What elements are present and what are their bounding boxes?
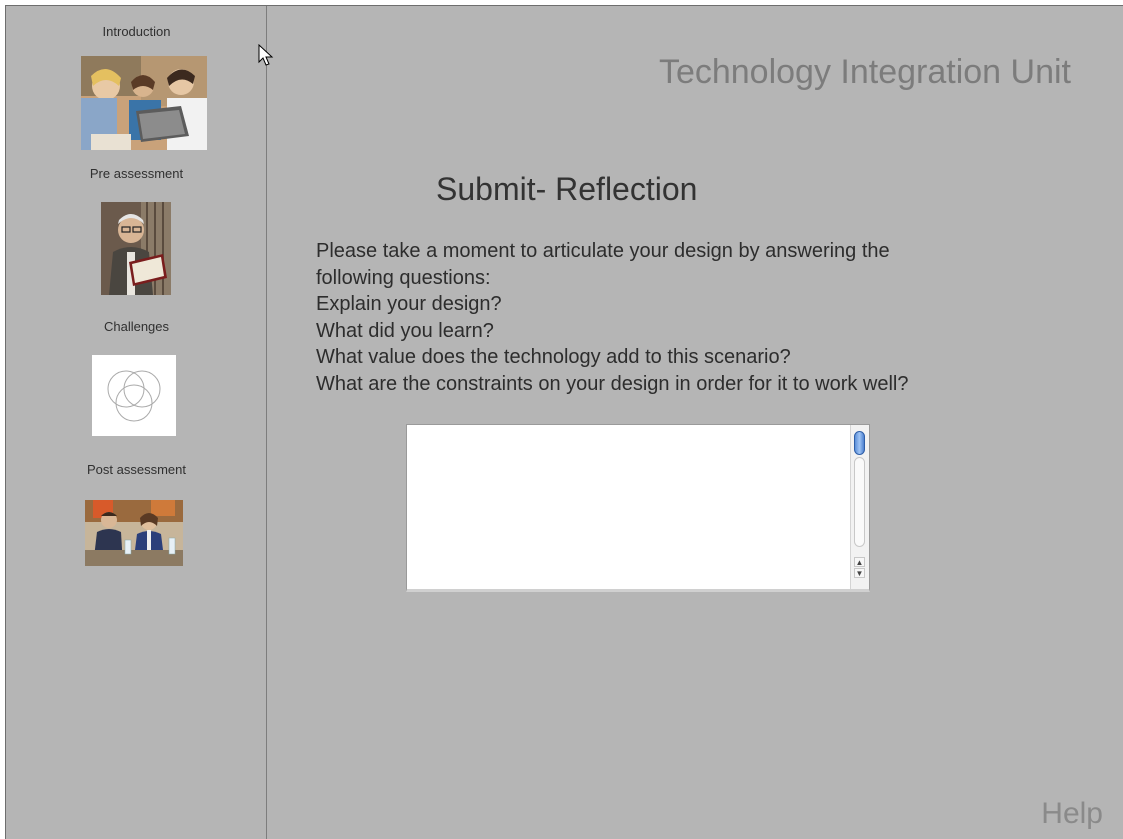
page-heading: Submit- Reflection: [436, 171, 698, 207]
prompt-line: What did you learn?: [316, 319, 494, 342]
reflection-answer-box: ▲ ▼: [406, 424, 870, 592]
reflection-prompt: Please take a moment to articulate your …: [316, 238, 1076, 397]
post-assessment-thumbnail[interactable]: [85, 500, 183, 566]
sidebar-item-introduction[interactable]: Introduction: [6, 24, 267, 39]
prompt-line: What are the constraints on your design …: [316, 372, 909, 395]
scrollbar-track[interactable]: [854, 457, 865, 547]
answer-scrollbar[interactable]: ▲ ▼: [850, 425, 869, 589]
reflection-answer-field[interactable]: [407, 425, 849, 587]
mouse-pointer-icon: [258, 44, 274, 66]
help-link[interactable]: Help: [1041, 797, 1103, 831]
app-title: Technology Integration Unit: [658, 53, 1071, 91]
prompt-line: What value does the technology add to th…: [316, 346, 791, 368]
sidebar-item-post-assessment[interactable]: Post assessment: [6, 462, 267, 477]
prompt-line: Explain your design?: [316, 293, 502, 315]
pre-assessment-thumbnail[interactable]: [101, 202, 171, 295]
venn-diagram-icon: [107, 370, 161, 422]
prompt-line: following questions:: [316, 266, 491, 289]
scroll-up-arrow-icon[interactable]: ▲: [854, 557, 865, 567]
scrollbar-thumb[interactable]: [854, 431, 865, 455]
scroll-down-arrow-icon[interactable]: ▼: [854, 568, 865, 578]
sidebar-item-challenges[interactable]: Challenges: [6, 319, 267, 334]
introduction-thumbnail[interactable]: [81, 56, 207, 150]
prompt-line: Please take a moment to articulate your …: [316, 240, 890, 262]
sidebar: Introduction Pre assessment Challenges P…: [6, 6, 267, 839]
main-window: Introduction Pre assessment Challenges P…: [5, 5, 1123, 839]
challenges-thumbnail[interactable]: [92, 355, 176, 436]
sidebar-item-pre-assessment[interactable]: Pre assessment: [6, 166, 267, 181]
